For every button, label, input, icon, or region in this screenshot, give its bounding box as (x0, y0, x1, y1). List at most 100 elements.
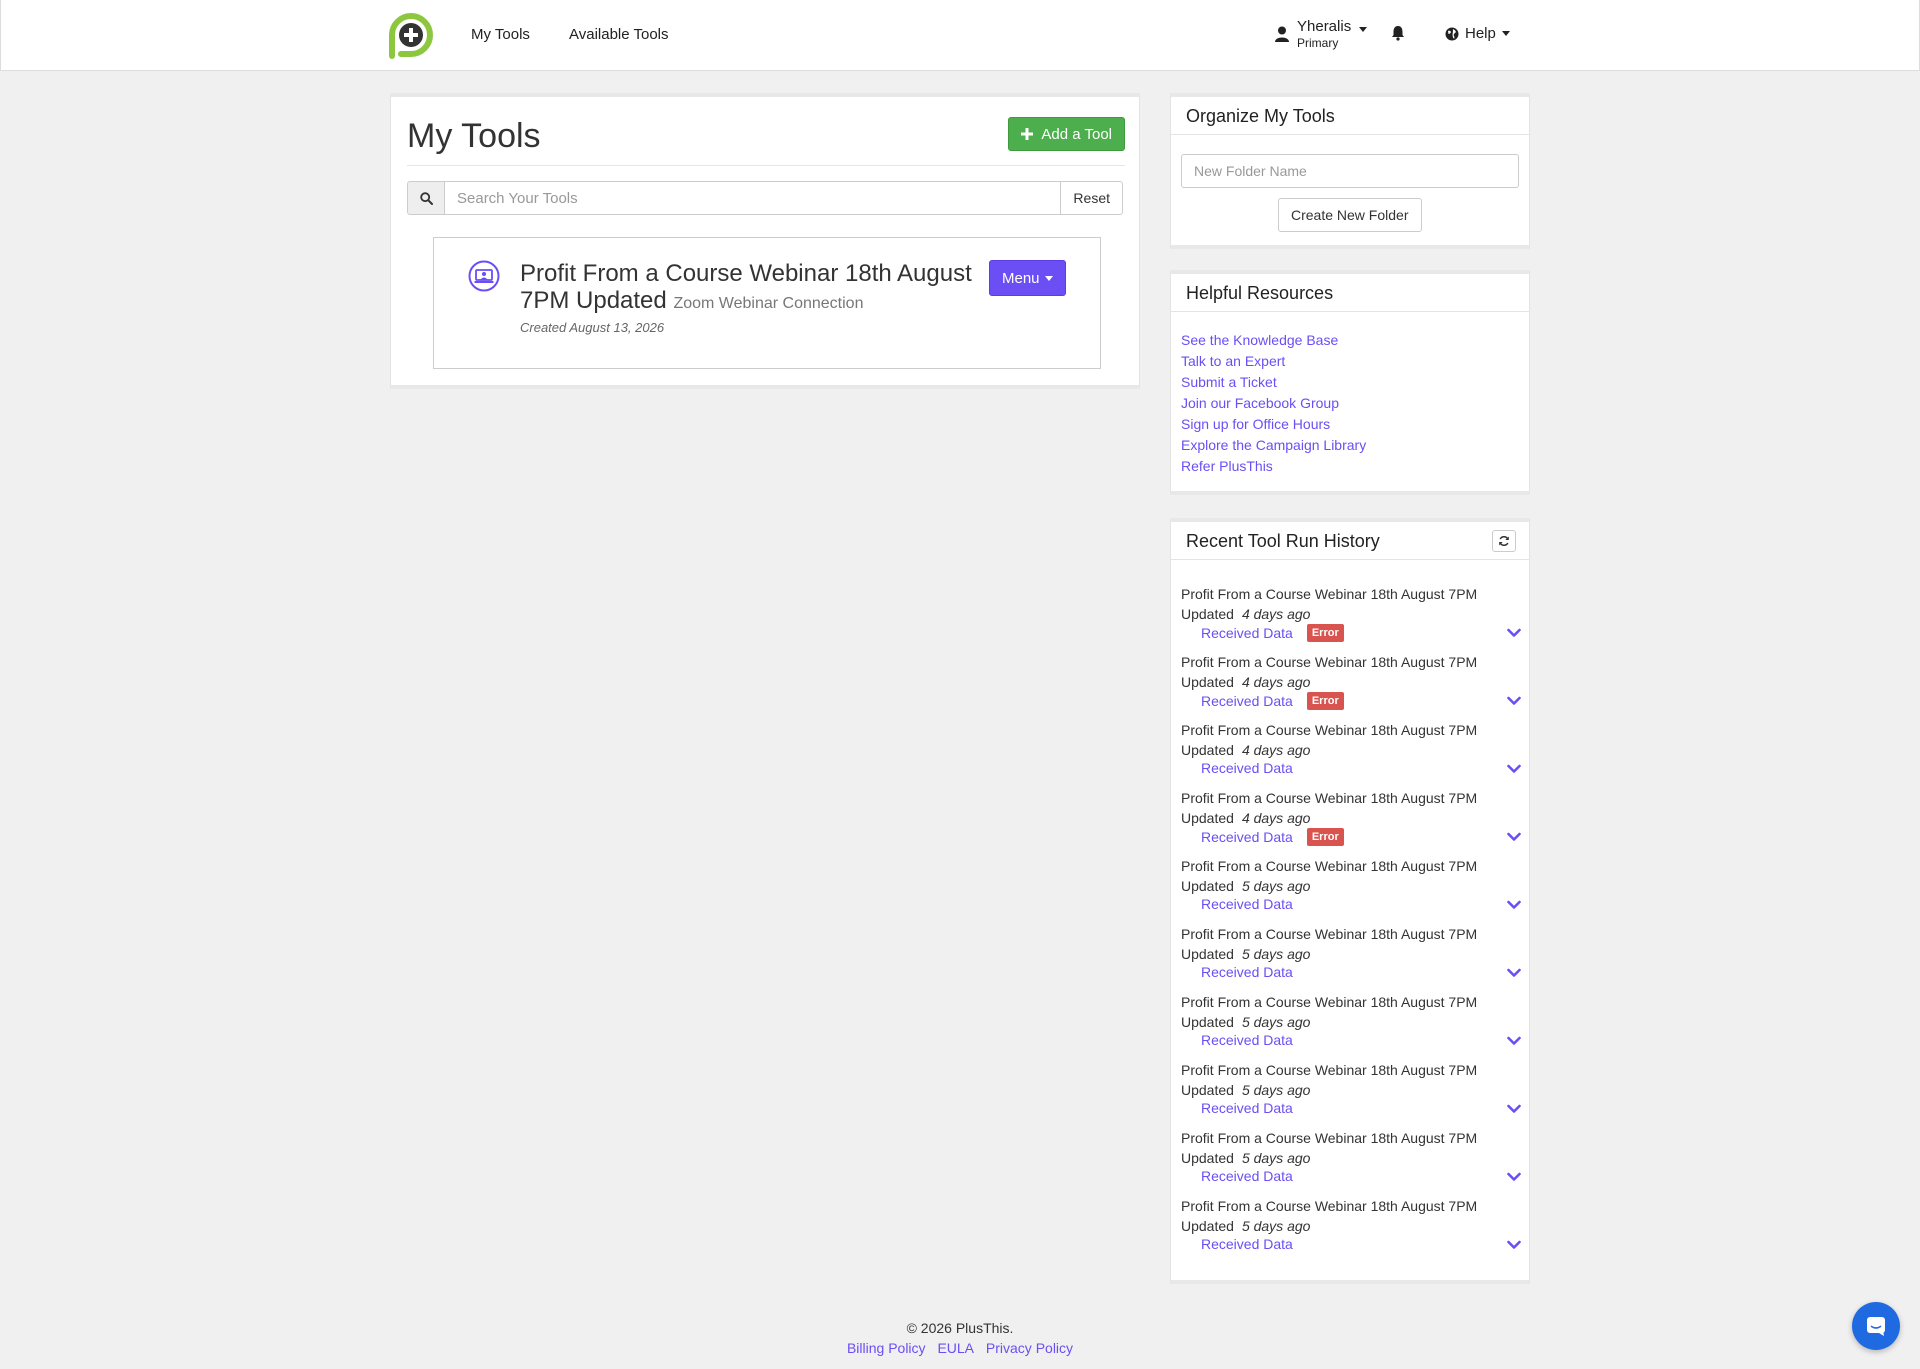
run-tool-name: Profit From a Course Webinar 18th August… (1181, 1196, 1521, 1236)
chevron-down-icon[interactable] (1507, 1104, 1521, 1114)
footer-link-privacy[interactable]: Privacy Policy (986, 1340, 1073, 1356)
error-badge: Error (1306, 624, 1344, 642)
run-tool-name: Profit From a Course Webinar 18th August… (1181, 652, 1521, 692)
panel-header: Helpful Resources (1171, 274, 1529, 312)
link-talk-to-expert[interactable]: Talk to an Expert (1181, 351, 1366, 372)
panel-title: Recent Tool Run History (1186, 531, 1380, 551)
run-name: Profit From a Course Webinar 18th August… (1181, 994, 1478, 1030)
footer-link-eula[interactable]: EULA (937, 1340, 974, 1356)
run-history-item: Profit From a Course Webinar 18th August… (1181, 584, 1521, 652)
chevron-down-icon[interactable] (1507, 628, 1521, 638)
new-folder-input[interactable] (1181, 154, 1519, 188)
link-refer[interactable]: Refer PlusThis (1181, 456, 1366, 477)
panel-title: Organize My Tools (1186, 106, 1335, 126)
reset-button[interactable]: Reset (1060, 181, 1123, 215)
run-time: 5 days ago (1241, 1014, 1311, 1030)
tool-search: Reset (407, 181, 1123, 215)
run-time: 5 days ago (1241, 1218, 1311, 1234)
run-status-row: Received Data (1201, 1100, 1293, 1116)
run-status-row: Received Data Error (1201, 828, 1344, 846)
chevron-down-icon (1044, 275, 1053, 281)
run-status-link[interactable]: Received Data (1201, 964, 1293, 980)
run-tool-name: Profit From a Course Webinar 18th August… (1181, 1060, 1521, 1100)
chevron-down-icon[interactable] (1507, 1240, 1521, 1250)
run-status-row: Received Data Error (1201, 692, 1344, 710)
run-history-item: Profit From a Course Webinar 18th August… (1181, 1128, 1521, 1196)
run-history-panel: Recent Tool Run History Profit From a Co… (1170, 518, 1530, 1284)
bell-icon[interactable] (1391, 25, 1405, 41)
link-office-hours[interactable]: Sign up for Office Hours (1181, 414, 1366, 435)
run-name: Profit From a Course Webinar 18th August… (1181, 722, 1478, 758)
link-submit-ticket[interactable]: Submit a Ticket (1181, 372, 1366, 393)
menu-label: Menu (1002, 269, 1040, 287)
copyright: © 2026 PlusThis. (906, 1320, 1014, 1336)
run-status-row: Received Data (1201, 760, 1293, 776)
run-status-row: Received Data (1201, 964, 1293, 980)
chevron-down-icon (1501, 31, 1510, 36)
user-menu[interactable]: Yheralis Primary (1275, 18, 1368, 52)
run-status-link[interactable]: Received Data (1201, 625, 1293, 641)
run-time: 4 days ago (1241, 606, 1311, 622)
run-status-link[interactable]: Received Data (1201, 693, 1293, 709)
help-menu[interactable]: Help (1445, 25, 1510, 42)
run-status-link[interactable]: Received Data (1201, 1100, 1293, 1116)
error-badge: Error (1306, 828, 1344, 846)
tool-menu-button[interactable]: Menu (989, 260, 1066, 296)
run-name: Profit From a Course Webinar 18th August… (1181, 586, 1478, 622)
run-history-item: Profit From a Course Webinar 18th August… (1181, 1060, 1521, 1128)
run-name: Profit From a Course Webinar 18th August… (1181, 1130, 1478, 1166)
run-status-link[interactable]: Received Data (1201, 1032, 1293, 1048)
run-name: Profit From a Course Webinar 18th August… (1181, 654, 1478, 690)
chevron-down-icon[interactable] (1507, 1172, 1521, 1182)
chevron-down-icon[interactable] (1507, 764, 1521, 774)
link-campaign-library[interactable]: Explore the Campaign Library (1181, 435, 1366, 456)
run-status-link[interactable]: Received Data (1201, 1168, 1293, 1184)
panel-header: Recent Tool Run History (1171, 522, 1529, 560)
run-tool-name: Profit From a Course Webinar 18th August… (1181, 720, 1521, 760)
search-input[interactable] (445, 181, 1061, 215)
add-tool-button[interactable]: Add a Tool (1008, 117, 1125, 151)
search-icon (419, 191, 433, 205)
page-title: My Tools (407, 117, 541, 155)
helpful-resources-panel: Helpful Resources See the Knowledge Base… (1170, 270, 1530, 495)
panel-title: Helpful Resources (1186, 283, 1334, 303)
run-history-item: Profit From a Course Webinar 18th August… (1181, 1196, 1521, 1264)
run-name: Profit From a Course Webinar 18th August… (1181, 926, 1478, 962)
run-status-link[interactable]: Received Data (1201, 829, 1293, 845)
tool-title[interactable]: Profit From a Course Webinar 18th August… (520, 260, 980, 317)
chevron-down-icon (1359, 27, 1368, 32)
run-status-link[interactable]: Received Data (1201, 1236, 1293, 1252)
footer-link-billing[interactable]: Billing Policy (847, 1340, 926, 1356)
create-folder-button[interactable]: Create New Folder (1278, 198, 1422, 232)
run-name: Profit From a Course Webinar 18th August… (1181, 1062, 1478, 1098)
run-history-item: Profit From a Course Webinar 18th August… (1181, 992, 1521, 1060)
refresh-button[interactable] (1492, 530, 1516, 552)
run-time: 4 days ago (1241, 674, 1311, 690)
link-facebook-group[interactable]: Join our Facebook Group (1181, 393, 1366, 414)
chevron-down-icon[interactable] (1507, 1036, 1521, 1046)
run-tool-name: Profit From a Course Webinar 18th August… (1181, 584, 1521, 624)
my-tools-panel: My Tools Add a Tool Reset Profit From a … (390, 93, 1140, 389)
nav-available-tools[interactable]: Available Tools (569, 26, 669, 43)
chat-launcher-button[interactable] (1852, 1302, 1900, 1350)
chevron-down-icon[interactable] (1507, 832, 1521, 842)
chevron-down-icon[interactable] (1507, 968, 1521, 978)
chevron-down-icon[interactable] (1507, 696, 1521, 706)
run-history-item: Profit From a Course Webinar 18th August… (1181, 856, 1521, 924)
globe-icon (1445, 27, 1459, 40)
run-tool-name: Profit From a Course Webinar 18th August… (1181, 924, 1521, 964)
run-tool-name: Profit From a Course Webinar 18th August… (1181, 856, 1521, 896)
error-badge: Error (1306, 692, 1344, 710)
chevron-down-icon[interactable] (1507, 900, 1521, 910)
nav-my-tools[interactable]: My Tools (471, 26, 530, 43)
plusthis-logo[interactable] (384, 8, 438, 62)
run-status-link[interactable]: Received Data (1201, 760, 1293, 776)
run-tool-name: Profit From a Course Webinar 18th August… (1181, 788, 1521, 828)
run-history-item: Profit From a Course Webinar 18th August… (1181, 652, 1521, 720)
link-knowledge-base[interactable]: See the Knowledge Base (1181, 330, 1366, 351)
run-status-link[interactable]: Received Data (1201, 896, 1293, 912)
run-status-row: Received Data (1201, 1236, 1293, 1252)
webinar-icon (468, 260, 500, 292)
search-icon-button[interactable] (407, 181, 445, 215)
run-status-row: Received Data (1201, 1032, 1293, 1048)
